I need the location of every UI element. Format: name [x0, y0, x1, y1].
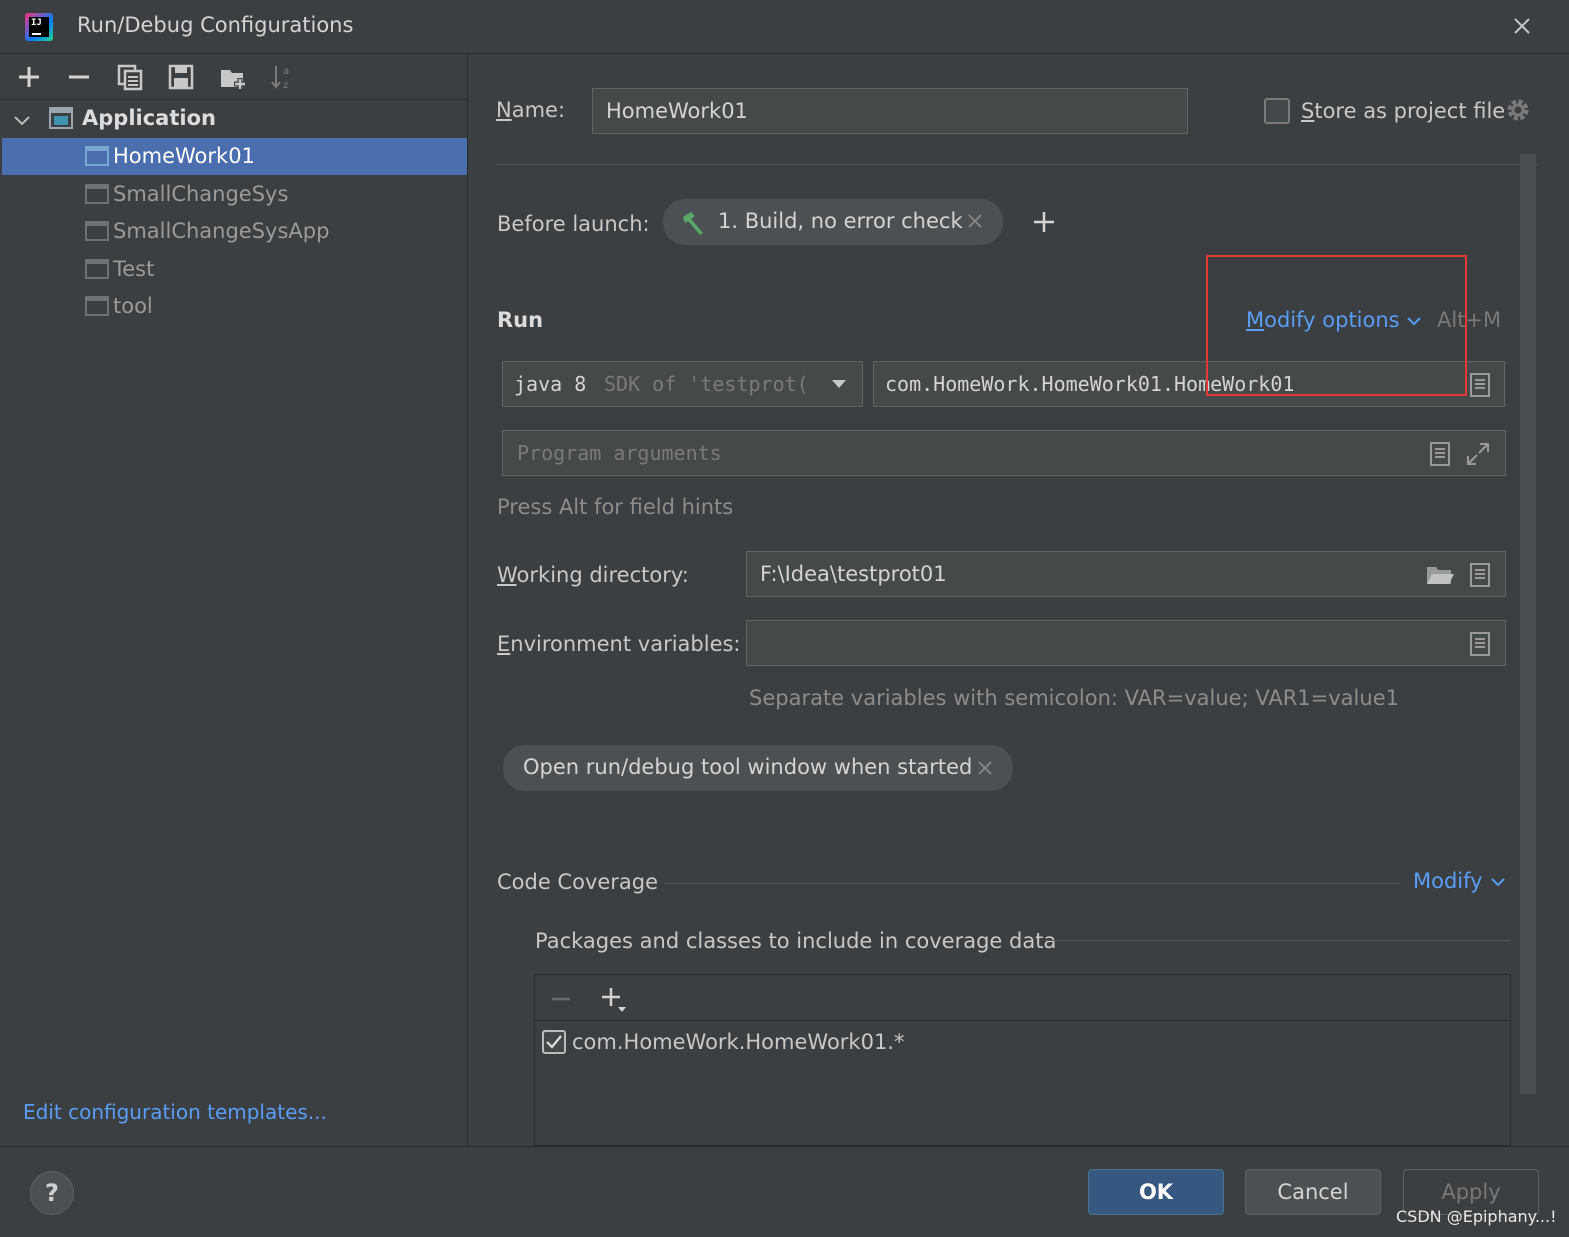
coverage-pattern-row[interactable]: com.HomeWork.HomeWork01.* — [535, 1022, 1510, 1062]
browse-list-icon[interactable] — [1428, 441, 1452, 467]
coverage-packages-title: Packages and classes to include in cover… — [535, 929, 1057, 953]
browse-list-icon[interactable] — [1468, 372, 1492, 398]
close-icon[interactable] — [1506, 10, 1538, 42]
jre-hint: SDK of 'testprot( — [604, 372, 809, 396]
name-field[interactable]: HomeWork01 — [592, 88, 1188, 134]
tree-item-test[interactable]: Test — [2, 251, 467, 288]
program-arguments-field[interactable]: Program arguments — [502, 430, 1506, 476]
tree-item-label: Test — [113, 257, 155, 281]
intellij-logo-icon: IJ — [25, 13, 53, 41]
add-icon[interactable] — [14, 62, 44, 92]
new-folder-icon[interactable] — [218, 62, 248, 92]
run-section-title: Run — [497, 308, 544, 332]
vertical-scrollbar[interactable] — [1520, 154, 1536, 1094]
code-coverage-title: Code Coverage — [497, 870, 659, 894]
gear-icon[interactable] — [1504, 96, 1532, 124]
expand-icon[interactable] — [1465, 441, 1491, 467]
tree-item-smallchangesys[interactable]: SmallChangeSys — [2, 176, 467, 213]
window-title: Run/Debug Configurations — [77, 13, 354, 37]
tree-item-homework01[interactable]: HomeWork01 — [2, 138, 467, 175]
configurations-panel: az Application HomeWork01 SmallChangeSys — [0, 54, 468, 1146]
coverage-pattern-label: com.HomeWork.HomeWork01.* — [572, 1030, 905, 1054]
coverage-patterns-table: com.HomeWork.HomeWork01.* — [534, 974, 1511, 1146]
store-as-project-file-checkbox[interactable] — [1264, 98, 1290, 124]
configurations-toolbar: az — [0, 54, 467, 100]
remove-icon[interactable] — [64, 62, 94, 92]
browse-list-icon[interactable] — [1468, 631, 1492, 657]
tree-item-smallchangesysapp[interactable]: SmallChangeSysApp — [2, 213, 467, 250]
application-config-icon — [84, 220, 110, 242]
application-icon — [48, 106, 74, 130]
coverage-pattern-checkbox[interactable] — [542, 1030, 566, 1054]
watermark-text: CSDN @Epiphany...! — [1396, 1207, 1557, 1226]
open-tool-window-option-chip[interactable]: Open run/debug tool window when started — [503, 745, 1013, 791]
working-directory-field[interactable]: F:\Idea\testprot01 — [746, 551, 1506, 597]
environment-variables-field[interactable] — [746, 620, 1506, 666]
configuration-editor: Name: HomeWork01 Store as project file B… — [468, 54, 1569, 1146]
tree-item-label: HomeWork01 — [113, 144, 255, 168]
before-launch-task-label: 1. Build, no error check — [718, 209, 963, 233]
close-icon[interactable] — [975, 758, 995, 778]
application-config-icon — [84, 183, 110, 205]
tree-item-tool[interactable]: tool — [2, 288, 467, 325]
ok-button[interactable]: OK — [1088, 1169, 1224, 1215]
folder-icon[interactable] — [1425, 562, 1455, 588]
cancel-button[interactable]: Cancel — [1245, 1169, 1381, 1215]
option-chip-label: Open run/debug tool window when started — [523, 755, 973, 779]
sort-icon[interactable]: az — [268, 62, 298, 92]
svg-text:a: a — [283, 66, 289, 77]
divider — [1044, 940, 1510, 941]
tree-group-label: Application — [82, 106, 216, 130]
before-launch-task-chip[interactable]: 1. Build, no error check — [663, 199, 1003, 245]
copy-icon[interactable] — [115, 62, 145, 92]
application-config-icon — [84, 295, 110, 317]
svg-text:z: z — [283, 80, 288, 91]
add-dropdown-icon[interactable] — [599, 985, 629, 1015]
remove-icon[interactable] — [549, 987, 573, 1011]
modify-options-link[interactable]: Modify options — [1246, 308, 1400, 332]
tree-item-label: tool — [113, 294, 153, 318]
chevron-down-icon[interactable] — [12, 110, 32, 130]
application-config-icon — [84, 258, 110, 280]
environment-variables-hint: Separate variables with semicolon: VAR=v… — [749, 686, 1399, 710]
field-hints-text: Press Alt for field hints — [497, 495, 734, 519]
close-icon[interactable] — [965, 211, 985, 231]
chevron-down-icon[interactable] — [1489, 873, 1507, 891]
build-hammer-icon — [679, 209, 707, 237]
coverage-table-toolbar — [535, 975, 1510, 1021]
jre-value: java 8 — [514, 372, 587, 396]
coverage-modify-link[interactable]: Modify — [1413, 869, 1483, 893]
jre-dropdown[interactable]: java 8 SDK of 'testprot( — [502, 361, 863, 407]
application-config-icon — [84, 145, 110, 167]
chevron-down-icon[interactable] — [1405, 312, 1423, 330]
working-directory-label: Working directory: — [497, 563, 689, 587]
modify-options-shortcut: Alt+M — [1437, 308, 1502, 332]
tree-group-application[interactable]: Application — [0, 100, 467, 138]
main-class-field[interactable]: com.HomeWork.HomeWork01.HomeWork01 — [873, 361, 1505, 407]
browse-list-icon[interactable] — [1468, 562, 1492, 588]
add-before-launch-icon[interactable] — [1030, 208, 1058, 236]
before-launch-label: Before launch: — [497, 212, 650, 236]
dialog-footer: ? OK Cancel Apply CSDN @Epiphany...! — [0, 1146, 1569, 1237]
divider — [664, 883, 1400, 884]
tree-item-label: SmallChangeSysApp — [113, 219, 330, 243]
title-bar: IJ Run/Debug Configurations — [0, 0, 1569, 54]
divider — [496, 164, 1538, 165]
dropdown-arrow-icon — [829, 376, 849, 392]
help-button[interactable]: ? — [30, 1171, 74, 1215]
environment-variables-label: Environment variables: — [497, 632, 741, 656]
name-label: Name: — [496, 98, 566, 122]
save-icon[interactable] — [166, 62, 196, 92]
tree-item-label: SmallChangeSys — [113, 182, 289, 206]
edit-configuration-templates-link[interactable]: Edit configuration templates... — [23, 1100, 327, 1124]
store-as-project-file-label: Store as project file — [1301, 99, 1506, 123]
